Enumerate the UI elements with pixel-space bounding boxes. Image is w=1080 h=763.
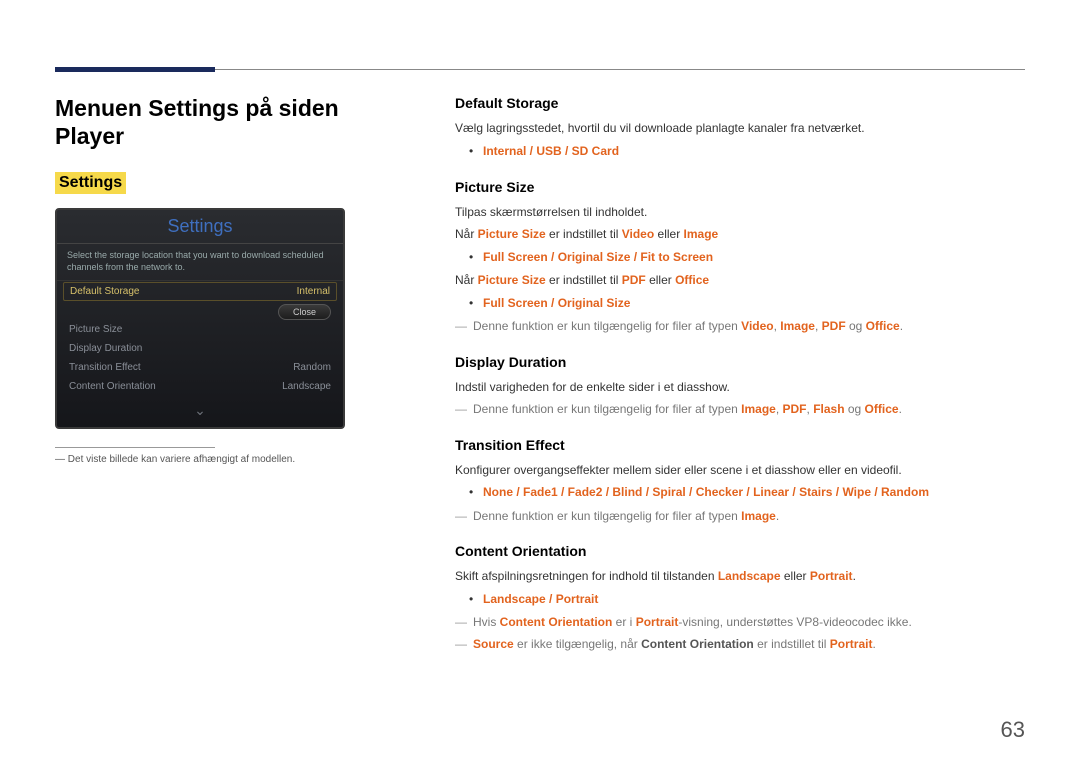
screenshot-row-display-duration: Display Duration [57,339,343,358]
section-picture-size: Picture Size Tilpas skærmstørrelsen til … [455,179,1025,336]
row-label: Content Orientation [69,381,156,392]
row-value: Random [293,362,331,373]
row-label: Picture Size [69,324,122,335]
right-column: Default Storage Vælg lagringsstedet, hvo… [455,95,1025,658]
footnote-rule [55,447,215,448]
row-label: Display Duration [69,343,142,354]
option-item: Full Screen / Original Size [469,294,1025,313]
body-text: Vælg lagringsstedet, hvortil du vil down… [455,119,1025,138]
section-display-duration: Display Duration Indstil varigheden for … [455,354,1025,419]
option-list: Full Screen / Original Size [469,294,1025,313]
option-list: Full Screen / Original Size / Fit to Scr… [469,248,1025,267]
body-text: Indstil varigheden for de enkelte sider … [455,378,1025,397]
page-body: Menuen Settings på siden Player Settings… [55,95,1025,658]
top-accent-bar [55,67,215,72]
footnote-text: ― Det viste billede kan variere afhængig… [55,454,395,465]
section-heading: Content Orientation [455,543,1025,559]
section-default-storage: Default Storage Vælg lagringsstedet, hvo… [455,95,1025,161]
section-transition-effect: Transition Effect Konfigurer overgangsef… [455,437,1025,525]
body-text: Når Picture Size er indstillet til Video… [455,225,1025,244]
row-value: Internal [297,286,330,297]
dash-note: Hvis Content Orientation er i Portrait-v… [455,613,1025,632]
body-text: Konfigurer overgangseffekter mellem side… [455,461,1025,480]
section-heading: Default Storage [455,95,1025,111]
option-item: Full Screen / Original Size / Fit to Scr… [469,248,1025,267]
row-value: Landscape [282,381,331,392]
page-number: 63 [1001,717,1025,743]
settings-heading: Settings [55,172,126,194]
option-list: Internal / USB / SD Card [469,142,1025,161]
close-button: Close [278,304,331,320]
screenshot-row-content-orientation: Content Orientation Landscape [57,377,343,396]
section-content-orientation: Content Orientation Skift afspilningsret… [455,543,1025,654]
option-list: None / Fade1 / Fade2 / Blind / Spiral / … [469,483,1025,502]
dash-note: Denne funktion er kun tilgængelig for fi… [455,400,1025,419]
screenshot-row-default-storage: Default Storage Internal [63,282,337,301]
chevron-down-icon: ⌄ [57,396,343,427]
screenshot-row-transition-effect: Transition Effect Random [57,358,343,377]
body-text: Skift afspilningsretningen for indhold t… [455,567,1025,586]
section-heading: Display Duration [455,354,1025,370]
page-title: Menuen Settings på siden Player [55,95,395,150]
option-item: Internal / USB / SD Card [469,142,1025,161]
dash-note: Source er ikke tilgængelig, når Content … [455,635,1025,654]
settings-screenshot: Settings Select the storage location tha… [55,208,345,428]
screenshot-title: Settings [57,210,343,244]
option-item: None / Fade1 / Fade2 / Blind / Spiral / … [469,483,1025,502]
screenshot-subtitle: Select the storage location that you wan… [57,244,343,280]
row-label: Transition Effect [69,362,141,373]
option-item: Landscape / Portrait [469,590,1025,609]
screenshot-close-row: Close [57,302,343,320]
screenshot-row-picture-size: Picture Size [57,320,343,339]
dash-note: Denne funktion er kun tilgængelig for fi… [455,507,1025,526]
section-heading: Transition Effect [455,437,1025,453]
body-text: Tilpas skærmstørrelsen til indholdet. [455,203,1025,222]
section-heading: Picture Size [455,179,1025,195]
body-text: Når Picture Size er indstillet til PDF e… [455,271,1025,290]
row-label: Default Storage [70,286,140,297]
left-column: Menuen Settings på siden Player Settings… [55,95,395,658]
dash-note: Denne funktion er kun tilgængelig for fi… [455,317,1025,336]
option-list: Landscape / Portrait [469,590,1025,609]
